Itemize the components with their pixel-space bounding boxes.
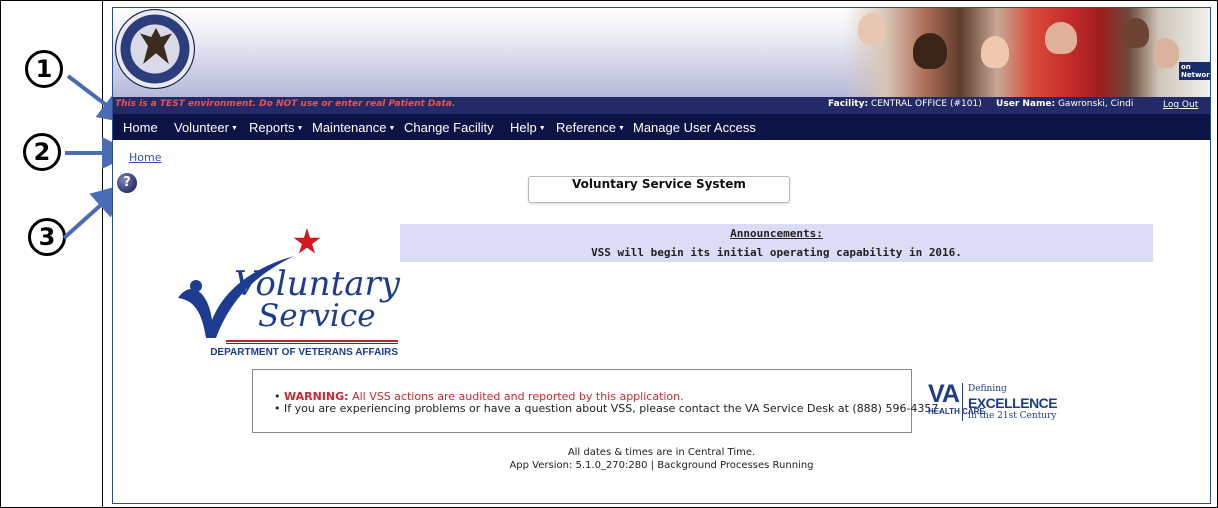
- page-title: Voluntary Service System: [572, 177, 746, 191]
- environment-strip: This is a TEST environment. Do NOT use o…: [113, 97, 1210, 114]
- bullet-icon: •: [274, 402, 281, 415]
- callout-2: 2: [23, 133, 61, 171]
- chevron-down-icon: ▼: [538, 125, 546, 132]
- facility-value: CENTRAL OFFICE (#101): [870, 99, 982, 109]
- main-menu-bar: Home Volunteer ▼ Reports ▼ Maintenance ▼ Ch…: [113, 114, 1210, 140]
- breadcrumb-home-link[interactable]: Home: [129, 151, 161, 164]
- timezone-notice: All dates & times are in Central Time.: [567, 447, 756, 458]
- document-column-divider: [102, 0, 103, 508]
- callout-3: 3: [28, 218, 66, 256]
- menu-manage-user-access-label: Manage User Access: [633, 120, 756, 135]
- volunteer-photo-person: [913, 33, 947, 69]
- logout-link[interactable]: Log Out: [1163, 100, 1198, 110]
- vss-application-window: on Network This is a TEST environment. D…: [112, 7, 1211, 504]
- menu-help[interactable]: Help ▼: [510, 120, 546, 135]
- eagle-icon: [140, 28, 172, 64]
- header-banner: on Network: [113, 8, 1210, 97]
- menu-reference[interactable]: Reference ▼: [556, 120, 625, 135]
- logo-department-name: DEPARTMENT OF VETERANS AFFAIRS: [210, 347, 398, 358]
- facility-label: Facility:: [828, 99, 869, 109]
- notice-box: • WARNING: All VSS actions are audited an…: [252, 369, 942, 433]
- chevron-down-icon: ▼: [296, 125, 304, 132]
- va-logo-excellence: EXCELLENCE: [968, 395, 1058, 411]
- user-name-value: Gawronski, Cindi: [1057, 99, 1134, 109]
- announcements-title: Announcements:: [730, 227, 823, 240]
- menu-volunteer-label: Volunteer: [174, 120, 229, 135]
- session-info: Facility: CENTRAL OFFICE (#101) User Nam…: [828, 99, 1133, 109]
- va-seal-logo: [115, 9, 195, 89]
- logo-red-rule: [226, 340, 398, 342]
- menu-change-facility-label: Change Facility: [404, 120, 494, 135]
- va-logo-century: in the 21st Century: [968, 411, 1057, 421]
- volunteer-photo-person: [981, 36, 1009, 68]
- help-icon[interactable]: ?: [117, 173, 137, 193]
- menu-maintenance[interactable]: Maintenance ▼: [312, 120, 395, 135]
- menu-volunteer[interactable]: Volunteer ▼: [174, 120, 238, 135]
- announcements-panel: Announcements: VSS will begin its initia…: [400, 224, 1153, 262]
- chevron-down-icon: ▼: [230, 125, 238, 132]
- va-logo-defining: Defining: [968, 384, 1007, 394]
- logo-word-service: Service: [258, 298, 376, 334]
- announcement-text: VSS will begin its initial operating cap…: [591, 246, 962, 259]
- service-desk-text: If you are experiencing problems or have…: [284, 402, 942, 415]
- service-desk-notice: • If you are experiencing problems or hav…: [274, 402, 942, 415]
- volunteer-photo-person: [1153, 38, 1179, 68]
- user-name-label: User Name:: [996, 99, 1056, 109]
- menu-reference-label: Reference: [556, 120, 616, 135]
- chevron-down-icon: ▼: [617, 125, 625, 132]
- menu-manage-user-access[interactable]: Manage User Access: [633, 120, 756, 135]
- va-logo-divider: [962, 383, 963, 421]
- va-health-care-logo: VA HEALTH CARE Defining EXCELLENCE in th…: [928, 380, 1058, 423]
- voluntary-service-logo: Voluntary Service DEPARTMENT OF VETERANS…: [166, 228, 400, 360]
- system-title-box: Voluntary Service System: [528, 176, 790, 203]
- menu-home[interactable]: Home: [123, 120, 158, 135]
- menu-change-facility[interactable]: Change Facility: [404, 120, 494, 135]
- logo-blue-rule: [226, 343, 398, 344]
- menu-reports[interactable]: Reports ▼: [249, 120, 303, 135]
- bus-sign-text: on Network: [1179, 62, 1210, 80]
- volunteer-photo-person: [1045, 22, 1077, 54]
- test-environment-warning: This is a TEST environment. Do NOT use o…: [115, 99, 456, 109]
- volunteer-photo-person: [858, 13, 886, 45]
- menu-help-label: Help: [510, 120, 537, 135]
- menu-reports-label: Reports: [249, 120, 295, 135]
- app-version-info: App Version: 5.1.0_270:280 | Background …: [509, 460, 814, 471]
- va-logo-letters: VA: [928, 380, 960, 408]
- chevron-down-icon: ▼: [388, 125, 396, 132]
- callout-1: 1: [25, 50, 63, 88]
- volunteer-photo-person: [1123, 18, 1149, 48]
- menu-maintenance-label: Maintenance: [312, 120, 387, 135]
- menu-home-label: Home: [123, 120, 158, 135]
